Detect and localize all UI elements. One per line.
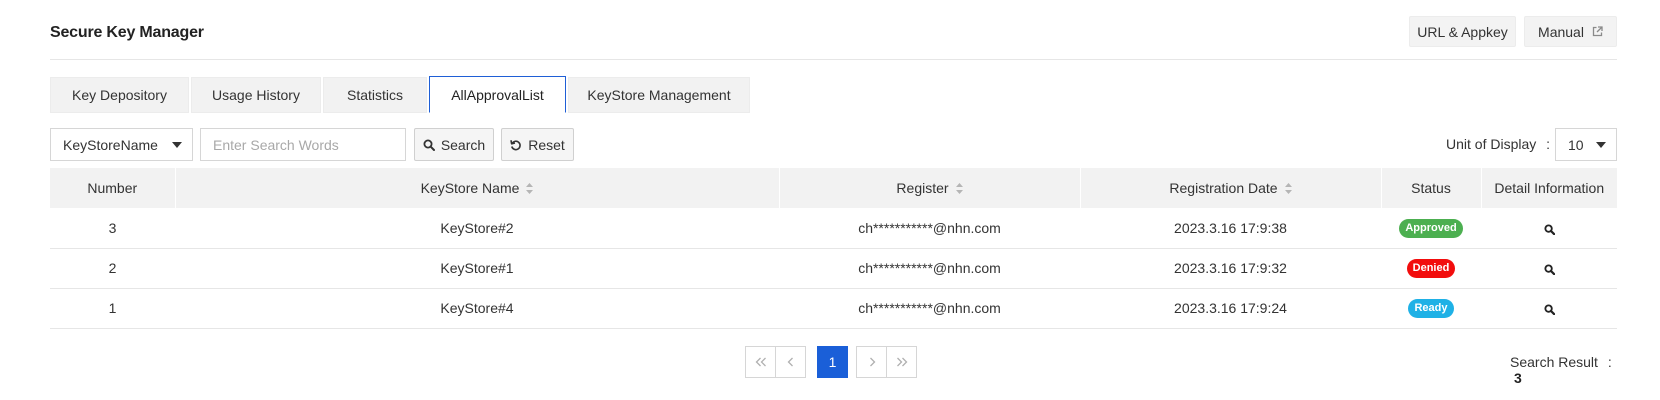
prev-page-button[interactable] (775, 346, 806, 378)
search-button-label: Search (440, 136, 486, 153)
row-number: 3 (50, 208, 175, 249)
column-header-number-label: Number (87, 180, 138, 196)
search-field-select-value: KeyStoreName (63, 136, 158, 153)
manual-button-label: Manual (1538, 23, 1584, 40)
search-result-value: 3 (1514, 370, 1522, 386)
column-header-register[interactable]: Register (778, 168, 1080, 208)
sort-icon[interactable] (955, 182, 963, 194)
row-status: Denied (1381, 248, 1481, 289)
caret-down-icon (172, 142, 182, 148)
row-detail (1481, 288, 1617, 329)
tab-statistics[interactable]: Statistics (323, 77, 427, 113)
detail-search-icon[interactable] (1543, 304, 1555, 315)
reset-icon (510, 139, 522, 150)
sort-icon[interactable] (526, 182, 534, 194)
search-field-select[interactable]: KeyStoreName (50, 128, 193, 161)
column-header-status-label: Status (1411, 180, 1451, 196)
row-detail (1481, 248, 1617, 289)
url-appkey-button[interactable]: URL & Appkey (1409, 16, 1516, 47)
row-registration-date: 2023.3.16 17:9:32 (1080, 248, 1381, 289)
row-number: 1 (50, 288, 175, 329)
row-registration-date: 2023.3.16 17:9:24 (1080, 288, 1381, 329)
double-chevron-right-icon (896, 357, 907, 367)
tab-keystore-management[interactable]: KeyStore Management (568, 77, 750, 113)
table-row: 2 KeyStore#1 ch***********@nhn.com 2023.… (50, 248, 1617, 289)
column-header-registration-date-label: Registration Date (1169, 180, 1278, 196)
unit-of-display-separator: : (1546, 136, 1551, 152)
row-status: Ready (1381, 288, 1481, 329)
row-detail (1481, 208, 1617, 249)
status-badge: Denied (1406, 259, 1456, 278)
external-link-icon (1592, 26, 1603, 37)
sort-icon[interactable] (1284, 182, 1292, 194)
unit-of-display-value: 10 (1568, 136, 1584, 153)
table-row: 3 KeyStore#2 ch***********@nhn.com 2023.… (50, 208, 1617, 249)
row-status: Approved (1381, 208, 1481, 249)
detail-search-icon[interactable] (1543, 224, 1555, 235)
row-number: 2 (50, 248, 175, 289)
row-register: ch***********@nhn.com (779, 248, 1080, 289)
search-icon (423, 139, 435, 151)
last-page-button[interactable] (886, 346, 917, 378)
column-header-keystore-name[interactable]: KeyStore Name (174, 168, 779, 208)
unit-of-display-text: Unit of Display (1446, 136, 1537, 152)
caret-down-icon (1596, 142, 1606, 148)
reset-button-label: Reset (528, 136, 565, 153)
first-page-button[interactable] (745, 346, 776, 378)
search-toolbar: KeyStoreName Search Reset Unit of Displa… (50, 128, 1617, 162)
row-registration-date: 2023.3.16 17:9:38 (1080, 208, 1381, 249)
manual-button[interactable]: Manual (1524, 16, 1617, 47)
unit-of-display-select[interactable]: 10 (1555, 128, 1617, 161)
status-badge: Approved (1399, 218, 1463, 238)
row-keystore-name: KeyStore#4 (175, 288, 779, 329)
row-register: ch***********@nhn.com (779, 208, 1080, 249)
column-header-detail-information-label: Detail Information (1494, 180, 1605, 196)
column-header-detail-information: Detail Information (1480, 168, 1617, 208)
table-header-row: Number KeyStore Name Register Registrati… (50, 168, 1617, 208)
secure-key-manager-page: Secure Key Manager URL & Appkey Manual K… (50, 0, 1617, 400)
page-header: Secure Key Manager URL & Appkey Manual (50, 14, 1617, 60)
row-keystore-name: KeyStore#1 (175, 248, 779, 289)
column-header-keystore-name-label: KeyStore Name (420, 180, 520, 196)
approval-list-table: Number KeyStore Name Register Registrati… (50, 168, 1617, 329)
next-page-button[interactable] (856, 346, 887, 378)
search-result-separator: : (1607, 354, 1612, 370)
tab-usage-history[interactable]: Usage History (191, 77, 321, 113)
status-badge: Ready (1408, 299, 1454, 318)
double-chevron-left-icon (755, 357, 766, 367)
row-register: ch***********@nhn.com (779, 288, 1080, 329)
search-input[interactable] (200, 128, 406, 161)
tab-key-depository[interactable]: Key Depository (50, 77, 189, 113)
row-keystore-name: KeyStore#2 (175, 208, 779, 249)
page-1-button[interactable]: 1 (817, 346, 848, 378)
chevron-right-icon (869, 357, 875, 367)
search-result-count: Search Result : 3 (1510, 354, 1617, 386)
detail-search-icon[interactable] (1543, 264, 1555, 275)
column-header-register-label: Register (896, 180, 949, 196)
table-row: 1 KeyStore#4 ch***********@nhn.com 2023.… (50, 288, 1617, 329)
search-result-label: Search Result (1510, 354, 1598, 370)
column-header-registration-date[interactable]: Registration Date (1079, 168, 1381, 208)
chevron-left-icon (787, 357, 793, 367)
reset-button[interactable]: Reset (501, 128, 574, 161)
column-header-number: Number (50, 168, 175, 208)
tab-allapprovallist[interactable]: AllApprovalList (429, 76, 566, 113)
page-title: Secure Key Manager (50, 24, 204, 41)
search-button[interactable]: Search (414, 128, 494, 161)
unit-of-display-label: Unit of Display : (1446, 136, 1550, 152)
column-header-status: Status (1380, 168, 1481, 208)
